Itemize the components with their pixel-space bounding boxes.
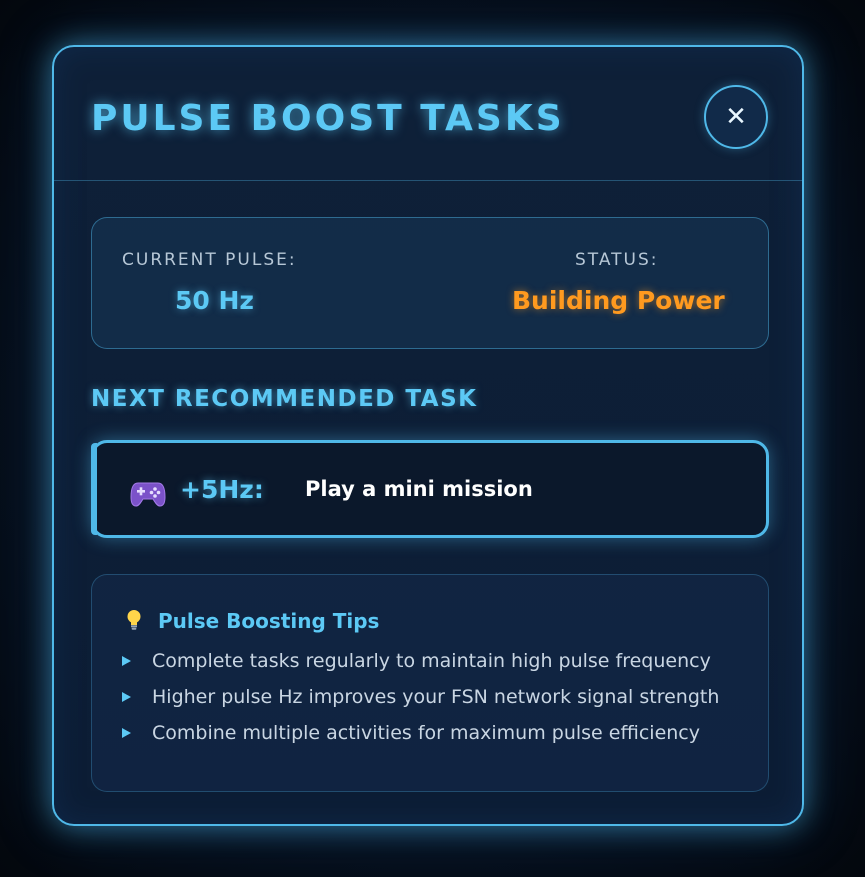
pulse-status-panel: CURRENT PULSE: 50 Hz STATUS: Building Po… (91, 217, 769, 349)
tip-bullet-icon (122, 728, 131, 738)
status-label: STATUS: (575, 250, 659, 270)
tip-bullet-icon (122, 656, 131, 666)
close-button[interactable]: ✕ (704, 85, 768, 149)
modal-title: PULSE BOOST TASKS (91, 98, 565, 139)
tip-bullet-icon (122, 692, 131, 702)
pulse-boost-modal: PULSE BOOST TASKS ✕ CURRENT PULSE: 50 Hz… (52, 45, 804, 826)
current-pulse-value: 50 Hz (175, 286, 254, 315)
tip-item: Higher pulse Hz improves your FSN networ… (122, 685, 719, 709)
tip-item: Complete tasks regularly to maintain hig… (122, 649, 711, 673)
lightbulb-icon (127, 610, 141, 630)
modal-header: PULSE BOOST TASKS ✕ (54, 47, 802, 181)
tip-text: Combine multiple activities for maximum … (152, 722, 700, 744)
next-task-heading: NEXT RECOMMENDED TASK (91, 386, 478, 412)
status-value: Building Power (512, 286, 725, 315)
task-reward: +5Hz: (180, 475, 264, 504)
close-icon: ✕ (725, 102, 747, 132)
tips-heading: Pulse Boosting Tips (158, 609, 380, 633)
tip-text: Higher pulse Hz improves your FSN networ… (152, 686, 720, 708)
tip-text: Complete tasks regularly to maintain hig… (152, 650, 711, 672)
gamepad-icon (130, 482, 166, 507)
tip-item: Combine multiple activities for maximum … (122, 721, 700, 745)
recommended-task-card[interactable]: +5Hz: Play a mini mission (91, 440, 769, 538)
task-description: Play a mini mission (305, 477, 533, 501)
tips-panel: Pulse Boosting Tips Complete tasks regul… (91, 574, 769, 792)
task-accent-bar (91, 443, 97, 535)
current-pulse-label: CURRENT PULSE: (122, 250, 297, 270)
